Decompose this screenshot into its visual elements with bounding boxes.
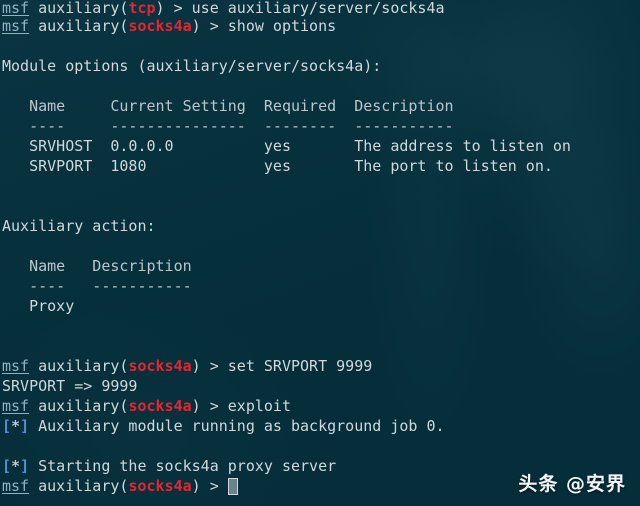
output-text: Auxiliary module running as background j… (29, 417, 445, 435)
bracket-open: [ (2, 417, 12, 435)
prompt-module-name: socks4a (128, 17, 192, 35)
asterisk-icon: * (11, 457, 21, 475)
module-options-table-header: Name Current Setting Required Descriptio… (2, 97, 454, 115)
table-row: SRVHOST 0.0.0.0 yes The address to liste… (2, 137, 571, 155)
watermark-label: 头条 @安界 (518, 473, 626, 495)
command-text: use auxiliary/server/socks4a (191, 0, 445, 17)
prompt-context-label: auxiliary( (29, 17, 129, 35)
text-cursor[interactable] (227, 478, 238, 495)
prompt-user-label: msf (2, 17, 30, 35)
prompt-user-label: msf (2, 357, 30, 375)
prompt-close-label: ) > (155, 0, 192, 17)
prompt-user-label: msf (2, 477, 30, 495)
command-text: set SRVPORT 9999 (227, 357, 373, 375)
output-background-job: [*] Auxiliary module running as backgrou… (2, 416, 638, 436)
prompt-module-name: socks4a (128, 477, 192, 495)
terminal-line-prompt-use: msf auxiliary(tcp) > use auxiliary/serve… (2, 0, 638, 17)
prompt-close-label: ) > (191, 477, 228, 495)
prompt-context-label: auxiliary( (29, 357, 129, 375)
status-marker-icon: [*] (2, 417, 29, 435)
bracket-open: [ (2, 457, 12, 475)
prompt-close-label: ) > (191, 397, 228, 415)
prompt-close-label: ) > (191, 17, 228, 35)
prompt-context-label: auxiliary( (29, 0, 129, 17)
output-srvport-assignment: SRVPORT => 9999 (2, 377, 138, 395)
auxiliary-action-table-rule: ---- ----------- (2, 277, 192, 295)
asterisk-icon: * (11, 417, 21, 435)
prompt-module-name: socks4a (128, 357, 192, 375)
bracket-close: ] (20, 417, 30, 435)
prompt-close-label: ) > (191, 357, 228, 375)
terminal-line-prompt-exploit: msf auxiliary(socks4a) > exploit (2, 396, 638, 416)
output-text: Starting the socks4a proxy server (29, 457, 337, 475)
terminal-screen[interactable]: msf auxiliary(tcp) > use auxiliary/serve… (0, 0, 640, 496)
table-row: Proxy (2, 297, 75, 315)
prompt-context-label: auxiliary( (29, 477, 129, 495)
module-options-heading: Module options (auxiliary/server/socks4a… (2, 57, 382, 75)
terminal-line-prompt-set-srvport: msf auxiliary(socks4a) > set SRVPORT 999… (2, 356, 638, 376)
table-row: SRVPORT 1080 yes The port to listen on. (2, 157, 553, 175)
module-options-table-rule: ---- --------------- -------- ----------… (2, 117, 454, 135)
prompt-user-label: msf (2, 0, 30, 17)
command-text: show options (227, 17, 337, 35)
prompt-user-label: msf (2, 397, 30, 415)
auxiliary-action-table-header: Name Description (2, 257, 192, 275)
prompt-context-label: auxiliary( (29, 397, 129, 415)
command-text: exploit (227, 397, 291, 415)
prompt-module-name: tcp (128, 0, 156, 17)
auxiliary-action-heading: Auxiliary action: (2, 217, 156, 235)
bracket-close: ] (20, 457, 30, 475)
terminal-window[interactable]: msf auxiliary(tcp) > use auxiliary/serve… (0, 0, 640, 506)
status-marker-icon: [*] (2, 457, 29, 475)
terminal-line-prompt-show-options: msf auxiliary(socks4a) > show options (2, 16, 638, 36)
prompt-module-name: socks4a (128, 397, 192, 415)
